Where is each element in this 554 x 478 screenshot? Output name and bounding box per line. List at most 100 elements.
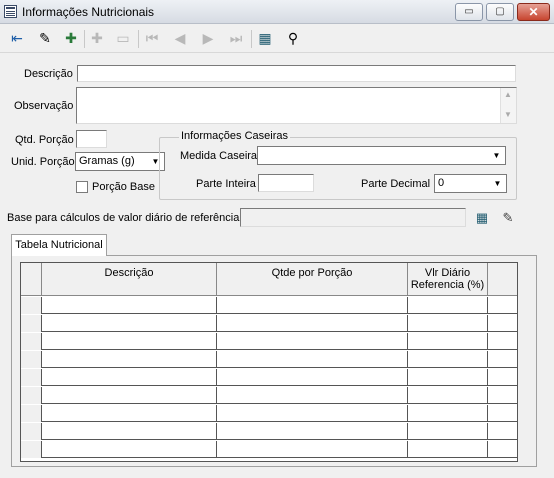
table-cell[interactable] [42, 333, 217, 350]
table-cell[interactable] [408, 405, 488, 422]
table-cell [488, 387, 517, 404]
row-header[interactable] [21, 441, 42, 458]
porcao-base-checkbox[interactable] [76, 181, 88, 193]
medida-caseira-select[interactable]: ▼ [257, 146, 506, 165]
table-row[interactable] [21, 441, 517, 458]
table-row[interactable] [21, 315, 517, 332]
unid-porcao-label: Unid. Porção [11, 156, 75, 168]
app-icon [4, 5, 17, 18]
close-button[interactable]: ✕ [517, 3, 550, 21]
table-row[interactable] [21, 333, 517, 350]
caseiras-group-title: Informações Caseiras [179, 130, 290, 142]
table-cell[interactable] [42, 423, 217, 440]
column-header-qtde-por-porcao[interactable]: Qtde por Porção [217, 263, 408, 296]
parte-decimal-label: Parte Decimal [361, 178, 431, 190]
table-cell[interactable] [42, 297, 217, 314]
table-row[interactable] [21, 387, 517, 404]
table-cell[interactable] [42, 369, 217, 386]
row-header[interactable] [21, 369, 42, 386]
toolbar-separator [251, 30, 252, 48]
table-cell[interactable] [217, 405, 408, 422]
table-cell[interactable] [217, 387, 408, 404]
table-cell[interactable] [217, 315, 408, 332]
table-row[interactable] [21, 405, 517, 422]
table-cell[interactable] [408, 423, 488, 440]
grid-table-icon[interactable]: ▦ [253, 27, 277, 50]
column-header-filler [488, 263, 517, 296]
table-cell[interactable] [408, 297, 488, 314]
nutrition-table[interactable]: Descrição Qtde por Porção Vlr Diário Ref… [20, 262, 518, 462]
grid-table-icon[interactable]: ▦ [471, 208, 493, 228]
row-header[interactable] [21, 315, 42, 332]
medida-caseira-label: Medida Caseira [180, 150, 258, 162]
table-cell [488, 351, 517, 368]
table-cell[interactable] [217, 369, 408, 386]
table-row[interactable] [21, 351, 517, 368]
toolbar-separator [84, 30, 85, 48]
row-header[interactable] [21, 405, 42, 422]
row-header[interactable] [21, 297, 42, 314]
table-cell[interactable] [408, 315, 488, 332]
table-cell[interactable] [42, 351, 217, 368]
table-cell [488, 369, 517, 386]
table-cell[interactable] [408, 369, 488, 386]
edit-pencil-icon[interactable]: ✎ [497, 208, 519, 228]
row-header[interactable] [21, 333, 42, 350]
table-cell[interactable] [217, 351, 408, 368]
parte-inteira-label: Parte Inteira [196, 178, 256, 190]
parte-decimal-select[interactable]: 0 ▼ [434, 174, 507, 193]
edit-pencil-icon[interactable]: ✎ [33, 27, 57, 50]
previous-record-icon: ◀ [174, 30, 186, 46]
table-cell [488, 423, 517, 440]
minimize-button[interactable]: ▭ [455, 3, 483, 21]
observacao-label: Observação [14, 100, 74, 112]
table-cell[interactable] [217, 297, 408, 314]
table-cell[interactable] [42, 441, 217, 458]
unid-porcao-select[interactable]: Gramas (g) ▼ [75, 152, 165, 171]
table-cell[interactable] [408, 351, 488, 368]
qtd-porcao-label: Qtd. Porção [15, 134, 74, 146]
binoculars-icon[interactable]: ⚲ [281, 27, 305, 50]
base-calculo-input[interactable] [240, 208, 466, 227]
descricao-input[interactable] [77, 65, 516, 82]
table-cell[interactable] [42, 405, 217, 422]
column-header-vlr-diario[interactable]: Vlr Diário Referencia (%) [408, 263, 488, 296]
table-row[interactable] [21, 297, 517, 314]
table-cell[interactable] [408, 333, 488, 350]
tab-tabela-nutricional[interactable]: Tabela Nutricional [11, 234, 107, 256]
chevron-down-icon[interactable]: ▼ [490, 149, 503, 163]
window-title: Informações Nutricionais [22, 5, 155, 19]
qtd-porcao-input[interactable] [76, 130, 107, 148]
column-header-descricao[interactable]: Descrição [42, 263, 217, 296]
parte-inteira-input[interactable] [258, 174, 314, 192]
descricao-label: Descrição [24, 68, 73, 80]
maximize-button[interactable]: ▢ [486, 3, 514, 21]
table-cell[interactable] [408, 387, 488, 404]
toolbar-separator [138, 30, 139, 48]
scroll-down-icon[interactable]: ▼ [504, 110, 512, 119]
first-record-icon: ⏮ [145, 30, 159, 46]
exit-icon[interactable]: ⇤ [5, 27, 29, 50]
table-cell[interactable] [217, 423, 408, 440]
chevron-down-icon[interactable]: ▼ [491, 177, 504, 191]
table-cell[interactable] [408, 441, 488, 458]
table-cell [488, 405, 517, 422]
table-row[interactable] [21, 423, 517, 440]
table-cell [488, 297, 517, 314]
table-cell [488, 315, 517, 332]
remove-disabled-icon: ▭ [116, 30, 130, 46]
row-header[interactable] [21, 423, 42, 440]
row-header[interactable] [21, 351, 42, 368]
parte-decimal-value: 0 [438, 177, 445, 189]
scroll-up-icon[interactable]: ▲ [504, 90, 512, 99]
table-row[interactable] [21, 369, 517, 386]
table-cell[interactable] [42, 387, 217, 404]
table-cell[interactable] [217, 441, 408, 458]
table-cell[interactable] [42, 315, 217, 332]
row-header[interactable] [21, 387, 42, 404]
unid-porcao-value: Gramas (g) [79, 155, 135, 167]
observacao-scrollbar[interactable]: ▲ ▼ [500, 88, 516, 123]
table-cell[interactable] [217, 333, 408, 350]
add-record-icon[interactable]: ✚ [59, 27, 83, 50]
observacao-textarea[interactable]: ▲ ▼ [76, 87, 517, 124]
